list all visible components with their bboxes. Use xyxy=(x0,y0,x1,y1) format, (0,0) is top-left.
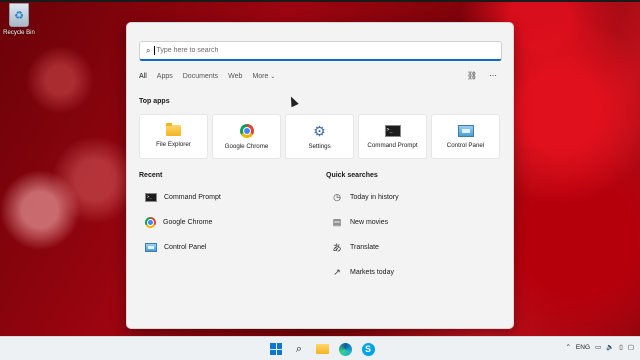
edge-icon xyxy=(338,342,352,356)
top-app-label: File Explorer xyxy=(156,141,191,148)
list-item-label: Translate xyxy=(350,244,379,251)
list-item-label: New movies xyxy=(350,219,389,226)
quick-searches-title: Quick searches xyxy=(326,172,378,179)
quick-search-translate[interactable]: あ Translate xyxy=(331,235,399,260)
search-panel: ⌕ All Apps Documents Web More⌄ ⛓ ⋯ Top a… xyxy=(126,22,514,329)
terminal-icon: >_ xyxy=(145,193,157,202)
recent-item-control-panel[interactable]: Control Panel xyxy=(145,235,221,260)
terminal-icon: >_ xyxy=(384,124,401,137)
folder-icon xyxy=(166,123,181,136)
chrome-icon xyxy=(239,123,254,138)
chevron-down-icon: ⌄ xyxy=(270,74,276,80)
volume-icon[interactable]: 🔈 xyxy=(606,343,614,351)
list-item-label: Today in history xyxy=(350,194,399,201)
clock-icon: ◷ xyxy=(333,192,341,202)
taskbar-file-explorer[interactable] xyxy=(314,341,330,357)
notification-icon[interactable]: ▢ xyxy=(628,343,634,351)
network-icon[interactable]: ▭ xyxy=(595,343,601,351)
quick-search-today-in-history[interactable]: ◷ Today in history xyxy=(331,185,399,210)
quick-searches-list: ◷ Today in history ▤ New movies あ Transl… xyxy=(331,185,399,285)
film-icon: ▤ xyxy=(332,217,342,227)
share-network-icon[interactable]: ⛓ xyxy=(467,71,477,80)
quick-search-markets-today[interactable]: ↗ Markets today xyxy=(331,260,399,285)
recycle-bin-label: Recycle Bin xyxy=(3,30,35,36)
list-item-label: Google Chrome xyxy=(163,219,213,226)
top-app-label: Settings xyxy=(308,142,331,150)
language-indicator[interactable]: ENG xyxy=(576,344,590,351)
chrome-icon xyxy=(145,217,156,228)
top-app-control-panel[interactable]: Control Panel xyxy=(431,114,500,159)
top-apps-row: File Explorer Google Chrome ⚙ Settings >… xyxy=(139,114,500,159)
skype-icon: S xyxy=(361,342,375,356)
top-app-label: Control Panel xyxy=(446,141,485,149)
taskbar: ⌕ S ⌃ ENG ▭ 🔈 ▯ ▢ xyxy=(0,336,640,360)
list-item-label: Markets today xyxy=(350,269,394,276)
top-app-file-explorer[interactable]: File Explorer xyxy=(139,114,208,159)
recent-item-google-chrome[interactable]: Google Chrome xyxy=(145,210,221,235)
control-panel-icon xyxy=(457,124,474,137)
recent-list: >_ Command Prompt Google Chrome Control … xyxy=(145,185,221,260)
panel-actions: ⛓ ⋯ xyxy=(467,71,497,80)
start-button[interactable] xyxy=(268,341,284,357)
search-box[interactable]: ⌕ xyxy=(139,41,502,61)
taskbar-skype[interactable]: S xyxy=(360,341,376,357)
windows-logo-icon xyxy=(270,343,282,355)
top-app-google-chrome[interactable]: Google Chrome xyxy=(212,114,281,159)
folder-icon xyxy=(315,344,329,354)
search-icon: ⌕ xyxy=(146,45,151,55)
tab-all[interactable]: All xyxy=(139,73,147,80)
tab-web[interactable]: Web xyxy=(228,73,242,80)
top-app-command-prompt[interactable]: >_ Command Prompt xyxy=(358,114,427,159)
tab-more-label: More xyxy=(252,73,269,80)
search-icon: ⌕ xyxy=(295,342,303,355)
tab-more[interactable]: More ⌄ xyxy=(252,73,275,80)
search-input[interactable] xyxy=(156,47,477,54)
translate-icon: あ xyxy=(332,243,342,253)
system-tray: ⌃ ENG ▭ 🔈 ▯ ▢ xyxy=(565,343,634,352)
chart-icon: ↗ xyxy=(333,267,341,277)
top-app-settings[interactable]: ⚙ Settings xyxy=(285,114,354,159)
top-app-label: Google Chrome xyxy=(224,142,269,150)
top-edge-bar xyxy=(0,0,640,2)
tab-documents[interactable]: Documents xyxy=(183,73,218,80)
taskbar-edge[interactable] xyxy=(337,341,353,357)
list-item-label: Command Prompt xyxy=(164,194,221,201)
text-caret xyxy=(154,46,156,55)
filter-tabs: All Apps Documents Web More ⌄ xyxy=(139,73,275,80)
recycle-bin-icon: ♻ xyxy=(9,3,29,27)
recycle-bin-shortcut[interactable]: ♻ Recycle Bin xyxy=(2,3,36,36)
more-options-icon[interactable]: ⋯ xyxy=(489,71,497,80)
battery-icon[interactable]: ▯ xyxy=(619,343,623,351)
tab-apps[interactable]: Apps xyxy=(157,73,173,80)
taskbar-search-button[interactable]: ⌕ xyxy=(291,341,307,357)
recent-title: Recent xyxy=(139,172,163,179)
quick-search-new-movies[interactable]: ▤ New movies xyxy=(331,210,399,235)
gear-icon: ⚙ xyxy=(313,122,326,139)
taskbar-apps: ⌕ S xyxy=(268,341,376,357)
top-app-label: Command Prompt xyxy=(367,141,418,149)
control-panel-icon xyxy=(145,243,157,252)
top-apps-title: Top apps xyxy=(139,98,170,105)
list-item-label: Control Panel xyxy=(164,244,207,251)
chevron-up-icon[interactable]: ⌃ xyxy=(565,343,570,351)
recent-item-command-prompt[interactable]: >_ Command Prompt xyxy=(145,185,221,210)
